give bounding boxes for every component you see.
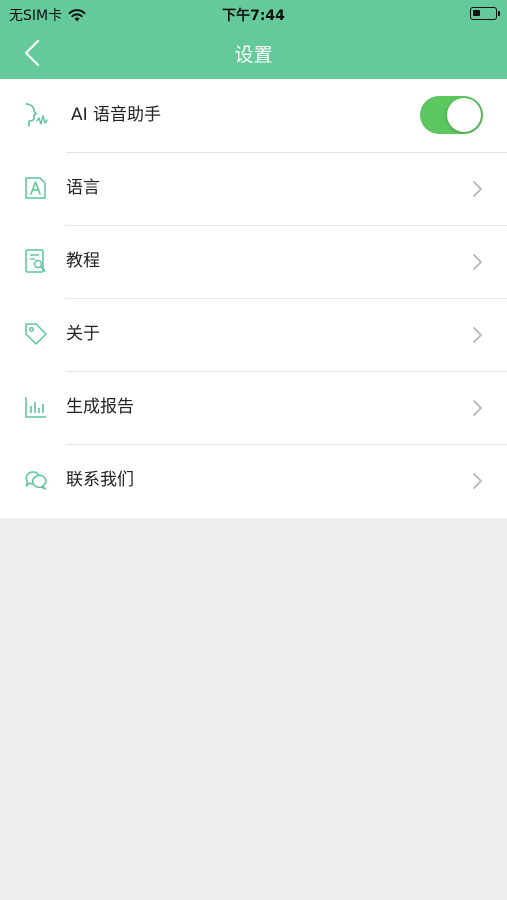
status-time: 下午7:44 — [222, 8, 285, 24]
language-icon — [25, 177, 46, 199]
settings-item-label: 关于 — [66, 324, 100, 344]
header-bar: 无SIM卡 下午7:44 设置 — [0, 0, 507, 79]
voice-assistant-icon — [25, 103, 48, 127]
settings-item-about[interactable]: 关于 — [0, 298, 507, 371]
chevron-right-icon — [473, 181, 482, 197]
settings-item-label: 联系我们 — [66, 470, 134, 490]
settings-item-label: 生成报告 — [66, 397, 134, 417]
tutorial-icon — [25, 249, 46, 273]
settings-item-tutorial[interactable]: 教程 — [0, 225, 507, 298]
tag-icon — [25, 323, 47, 345]
status-bar: 无SIM卡 下午7:44 — [0, 0, 507, 26]
settings-item-label: AI 语音助手 — [71, 105, 162, 125]
settings-list: AI 语音助手 语言 教程 关于 生成报告 联系我们 — [0, 79, 507, 518]
settings-item-contact[interactable]: 联系我们 — [0, 444, 507, 517]
settings-item-label: 教程 — [66, 251, 100, 271]
settings-item-language[interactable]: 语言 — [0, 152, 507, 225]
chat-bubbles-icon — [25, 471, 47, 490]
chevron-right-icon — [473, 400, 482, 416]
chevron-right-icon — [473, 254, 482, 270]
settings-item-report[interactable]: 生成报告 — [0, 371, 507, 444]
chevron-right-icon — [473, 327, 482, 343]
ai-voice-toggle[interactable] — [420, 96, 483, 134]
battery-level — [473, 10, 480, 16]
toggle-knob — [447, 98, 481, 132]
settings-item-label: 语言 — [66, 178, 100, 198]
settings-item-ai-voice: AI 语音助手 — [0, 79, 507, 152]
chevron-right-icon — [473, 473, 482, 489]
page-title: 设置 — [234, 44, 273, 66]
battery-icon — [470, 7, 500, 20]
report-chart-icon — [25, 397, 46, 418]
